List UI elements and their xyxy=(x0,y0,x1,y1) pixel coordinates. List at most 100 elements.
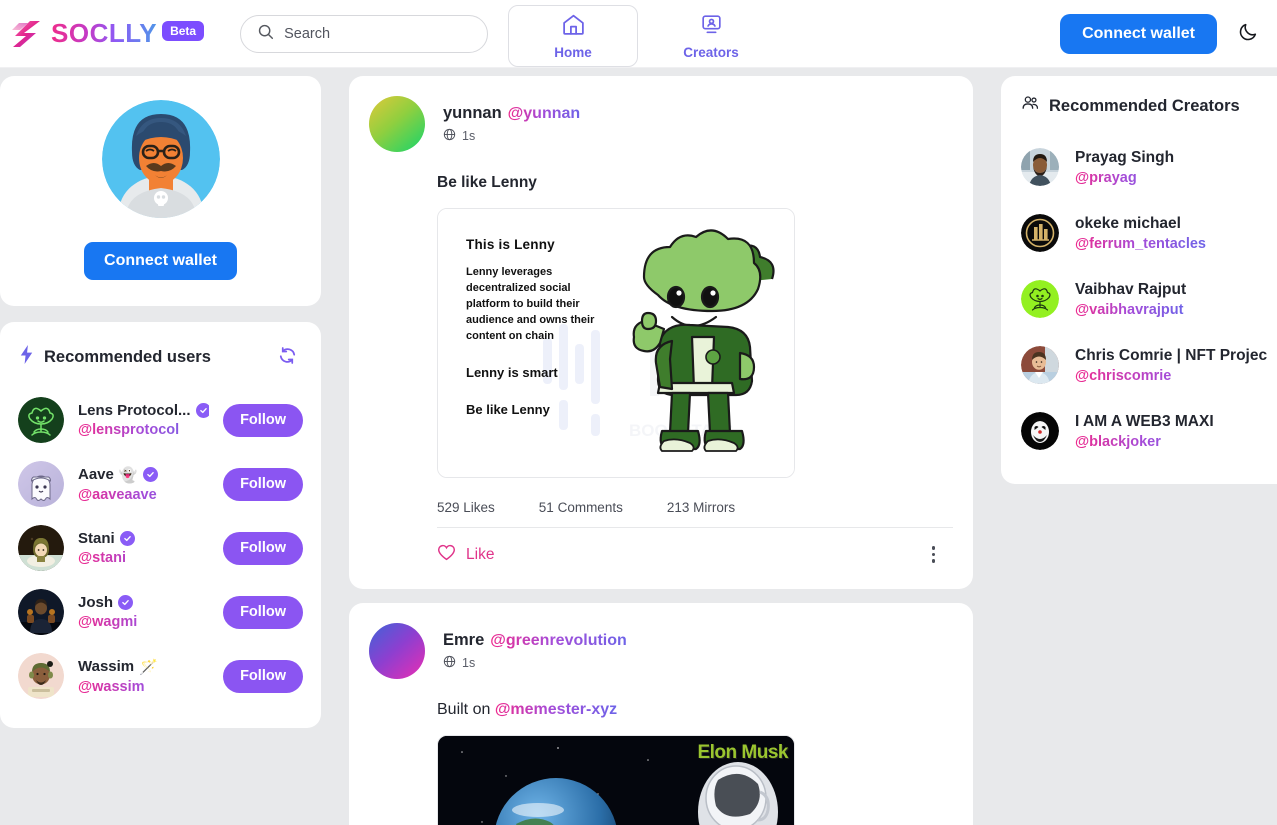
avatar xyxy=(102,100,220,218)
verified-badge-icon xyxy=(196,403,210,418)
meme-paragraph: Lenny leverages decentralized social pla… xyxy=(466,265,616,345)
post-media[interactable]: This is Lenny Lenny leverages decentrali… xyxy=(437,208,795,478)
ferrum-avatar xyxy=(1021,214,1059,252)
list-item[interactable]: Stani @stani Follow xyxy=(18,516,303,580)
app-header: SOCLLY Beta Home xyxy=(0,0,1277,68)
yunnan-gradient-avatar[interactable] xyxy=(369,96,425,152)
search-bar[interactable] xyxy=(240,15,488,53)
list-item-name: Chris Comrie | NFT Projec xyxy=(1075,347,1267,365)
recommended-users-card: Recommended users xyxy=(0,322,321,728)
wassim-avatar xyxy=(18,653,64,699)
list-item-handle: @wassim xyxy=(78,679,209,695)
post-handle[interactable]: @yunnan xyxy=(508,105,581,123)
moon-icon xyxy=(1237,21,1259,46)
feed-column: yunnan @yunnan 1s Be like Lenny xyxy=(349,68,973,825)
post-meta: 1s xyxy=(443,655,627,671)
post-timestamp: 1s xyxy=(462,656,475,670)
list-item[interactable]: Josh @wagmi Follow xyxy=(18,580,303,644)
follow-button[interactable]: Follow xyxy=(223,468,303,501)
sidebar-connect-wallet-button[interactable]: Connect wallet xyxy=(84,242,237,280)
list-item-handle: @vaibhavrajput xyxy=(1075,302,1186,318)
list-item-name: Prayag Singh xyxy=(1075,149,1174,167)
post-meta: 1s xyxy=(443,128,580,144)
likes-count: 529 Likes xyxy=(437,500,495,515)
post-timestamp: 1s xyxy=(462,129,475,143)
globe-icon xyxy=(443,655,456,671)
post-mention[interactable]: @memester-xyz xyxy=(495,701,617,718)
list-item[interactable]: Aave 👻 @aaveaave Follow xyxy=(18,452,303,516)
connect-wallet-button[interactable]: Connect wallet xyxy=(1060,14,1217,54)
list-item-name: Lens Protocol... xyxy=(78,402,191,419)
recommended-creators-header: Recommended Creators xyxy=(1021,94,1277,118)
chris-avatar xyxy=(1021,346,1059,384)
like-button[interactable]: Like xyxy=(437,543,494,567)
list-item-handle: @lensprotocol xyxy=(78,422,209,438)
tab-creators-label: Creators xyxy=(683,45,739,60)
post-text-prefix: Built on xyxy=(437,701,495,718)
list-item[interactable]: Prayag Singh @prayag xyxy=(1021,134,1277,200)
list-item-handle: @ferrum_tentacles xyxy=(1075,236,1206,252)
header-actions: Connect wallet xyxy=(1060,14,1263,54)
list-item[interactable]: Wassim 🪄 @wassim Follow xyxy=(18,644,303,708)
list-item[interactable]: okeke michael @ferrum_tentacles xyxy=(1021,200,1277,266)
list-item[interactable]: Chris Comrie | NFT Projec @chriscomrie xyxy=(1021,332,1277,398)
follow-button[interactable]: Follow xyxy=(223,532,303,565)
emre-gradient-avatar[interactable] xyxy=(369,623,425,679)
list-item-name: okeke michael xyxy=(1075,215,1206,233)
search-input[interactable] xyxy=(284,26,454,42)
recommended-users-title: Recommended users xyxy=(44,348,211,367)
list-item[interactable]: Vaibhav Rajput @vaibhavrajput xyxy=(1021,266,1277,332)
list-item-handle: @chriscomrie xyxy=(1075,368,1267,384)
search-icon xyxy=(257,23,274,45)
prayag-avatar xyxy=(1021,148,1059,186)
follow-button[interactable]: Follow xyxy=(223,660,303,693)
mirrors-count: 213 Mirrors xyxy=(667,500,735,515)
list-item[interactable]: I AM A WEB3 MAXI @blackjoker xyxy=(1021,398,1277,464)
brand-logo[interactable]: SOCLLY Beta xyxy=(10,17,204,51)
space-image: Elon Musk xyxy=(438,736,794,825)
globe-icon xyxy=(443,128,456,144)
soclly-logo-icon xyxy=(10,17,44,51)
follow-button[interactable]: Follow xyxy=(223,404,303,437)
post-author[interactable]: yunnan xyxy=(443,104,502,123)
like-label: Like xyxy=(466,546,494,564)
tab-home[interactable]: Home xyxy=(508,5,638,67)
lenny-character-illustration xyxy=(600,225,790,475)
list-item-handle: @blackjoker xyxy=(1075,434,1214,450)
tab-home-label: Home xyxy=(554,45,592,60)
meme-line-3: Be like Lenny xyxy=(466,402,616,417)
list-item[interactable]: Lens Protocol... @lensprotocol Follow xyxy=(18,388,303,452)
list-item-handle: @aaveaave xyxy=(78,487,209,503)
post-handle[interactable]: @greenrevolution xyxy=(490,632,627,650)
profile-card: Connect wallet xyxy=(0,76,321,306)
verified-badge-icon xyxy=(120,531,135,546)
follow-button[interactable]: Follow xyxy=(223,596,303,629)
list-item-name: Stani xyxy=(78,530,115,547)
verified-badge-icon xyxy=(118,595,133,610)
meme-heading: This is Lenny xyxy=(466,237,616,252)
list-item-name: Aave xyxy=(78,466,114,483)
stani-avatar xyxy=(18,525,64,571)
refresh-button[interactable] xyxy=(272,340,303,374)
list-item-name: I AM A WEB3 MAXI xyxy=(1075,413,1214,431)
space-image-caption: Elon Musk xyxy=(697,742,788,764)
list-item-handle: @prayag xyxy=(1075,170,1174,186)
wand-emoji: 🪄 xyxy=(139,658,158,676)
list-item-name: Vaibhav Rajput xyxy=(1075,281,1186,299)
list-item-handle: @stani xyxy=(78,550,209,566)
recommended-users-header: Recommended users xyxy=(18,340,303,374)
post-header: Emre @greenrevolution 1s xyxy=(369,623,953,679)
verified-badge-icon xyxy=(143,467,158,482)
post-actions: Like xyxy=(437,527,953,581)
page-body: Connect wallet Recommended users xyxy=(0,68,1277,825)
post-author[interactable]: Emre xyxy=(443,631,484,650)
list-item-handle: @wagmi xyxy=(78,614,209,630)
theme-toggle-button[interactable] xyxy=(1233,17,1263,50)
post-stats: 529 Likes 51 Comments 213 Mirrors xyxy=(437,500,953,527)
post-header: yunnan @yunnan 1s xyxy=(369,96,953,152)
right-sidebar: Recommended Creators xyxy=(1001,68,1277,825)
tab-creators[interactable]: Creators xyxy=(646,5,776,67)
more-options-button[interactable] xyxy=(926,540,942,569)
post-media[interactable]: Elon Musk xyxy=(437,735,795,825)
recommended-creators-card: Recommended Creators xyxy=(1001,76,1277,484)
